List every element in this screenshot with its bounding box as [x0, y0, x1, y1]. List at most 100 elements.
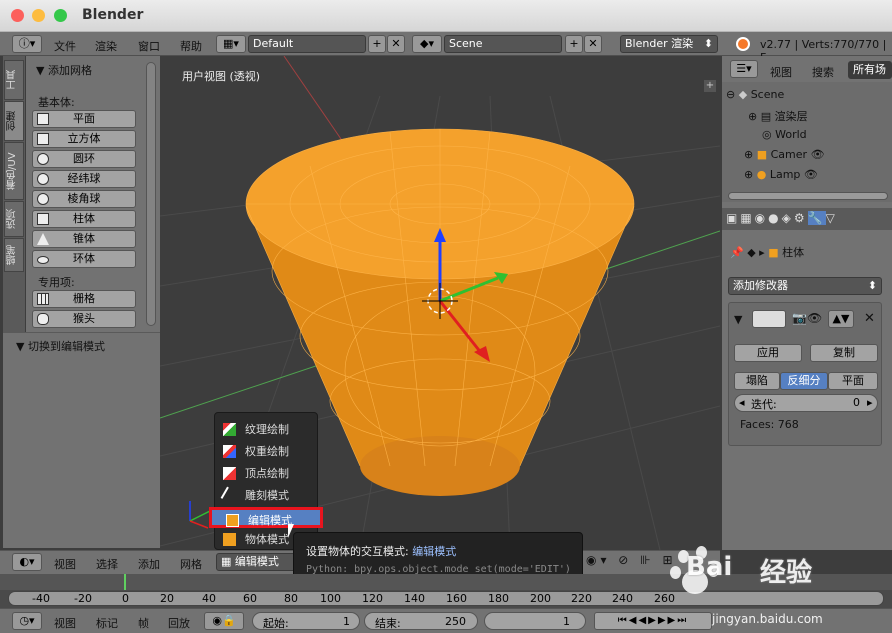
- add-mesh-section-header[interactable]: ▼ 添加网格: [36, 62, 92, 78]
- timeline-menu-frame[interactable]: 帧: [138, 615, 149, 631]
- scene-field[interactable]: Scene: [444, 35, 562, 53]
- mode-object-label: 物体模式: [245, 533, 289, 546]
- toggle-editmode-section-header[interactable]: ▼ 切换到编辑模式: [16, 338, 105, 354]
- iterations-field[interactable]: ◂ 迭代: 0 ▸: [734, 394, 878, 412]
- viewport-toggle-panel-icon[interactable]: +: [704, 80, 716, 92]
- outliner-filter-select[interactable]: 所有场: [848, 61, 892, 79]
- add-circle-button[interactable]: 圆环: [32, 150, 136, 168]
- copy-modifier-button[interactable]: 复制: [810, 344, 878, 362]
- pin-icon[interactable]: 📌: [730, 246, 744, 259]
- outliner-item-lamp[interactable]: ⊕ ● Lamp 👁: [744, 168, 818, 181]
- modifier-name-field[interactable]: [752, 310, 786, 328]
- viewport-menu-mesh[interactable]: 网格: [180, 556, 202, 572]
- menu-render[interactable]: 渲染: [95, 38, 117, 54]
- current-frame-field[interactable]: 1: [484, 612, 586, 630]
- menu-file[interactable]: 文件: [54, 38, 76, 54]
- mode-edit[interactable]: 编辑模式: [209, 507, 323, 528]
- add-cylinder-button[interactable]: 柱体: [32, 210, 136, 228]
- outliner-item-world[interactable]: ◎ World: [762, 128, 807, 141]
- add-cone-button[interactable]: 锥体: [32, 230, 136, 248]
- outliner-menu-view[interactable]: 视图: [770, 64, 792, 80]
- object-mode-icon: [223, 533, 236, 546]
- close-window-button[interactable]: [11, 9, 24, 22]
- layout-field[interactable]: Default: [248, 35, 366, 53]
- outliner-scrollbar[interactable]: [728, 192, 888, 200]
- render-engine-select[interactable]: Blender 渲染 ⬍: [620, 35, 718, 53]
- sculpt-icon: [220, 486, 239, 505]
- minimize-window-button[interactable]: [32, 9, 45, 22]
- add-cube-button[interactable]: 立方体: [32, 130, 136, 148]
- eye-icon[interactable]: 👁: [804, 168, 818, 181]
- lamp-icon: ●: [756, 168, 767, 181]
- monkey-icon: [37, 313, 49, 325]
- timeline-menu-playback[interactable]: 回放: [168, 615, 190, 631]
- timeline-menu-view[interactable]: 视图: [54, 615, 76, 631]
- decimate-planar-tab[interactable]: 平面: [828, 372, 878, 390]
- tab-tools[interactable]: 工具: [4, 60, 24, 100]
- eye-icon[interactable]: 👁: [811, 148, 825, 161]
- outliner-menu-search[interactable]: 搜索: [812, 64, 834, 80]
- outliner-editor-type-button[interactable]: ☰▾: [730, 60, 758, 78]
- tab-shading-uv[interactable]: 着色/UV: [4, 142, 24, 200]
- current-frame-marker[interactable]: [124, 574, 126, 590]
- add-uv-sphere-button[interactable]: 经纬球: [32, 170, 136, 188]
- tab-grease-pencil[interactable]: 蜡笔: [4, 238, 24, 272]
- iterations-increase-icon[interactable]: ▸: [867, 396, 873, 409]
- add-modifier-select[interactable]: 添加修改器 ⬍: [728, 277, 882, 295]
- mode-weight-paint[interactable]: 权重绘制: [215, 441, 319, 462]
- modifier-visibility-icons[interactable]: 📷👁: [792, 311, 822, 325]
- end-frame-field[interactable]: 结束: 250: [364, 612, 478, 630]
- outliner-item-camera[interactable]: ⊕ ■ Camer 👁: [744, 148, 825, 161]
- face-count: Faces: 768: [740, 418, 799, 431]
- modifier-move-button[interactable]: ▲▼: [828, 310, 854, 328]
- start-frame-value: 1: [343, 615, 350, 628]
- add-layout-button[interactable]: +: [368, 35, 386, 53]
- outliner-item-renderlayer[interactable]: ⊕ ▤ 渲染层: [748, 108, 808, 124]
- modifier-collapse-toggle[interactable]: ▼: [734, 313, 742, 326]
- close-icon: ✕: [588, 37, 598, 50]
- viewport-menu-view[interactable]: 视图: [54, 556, 76, 572]
- add-grid-button[interactable]: 栅格: [32, 290, 136, 308]
- add-monkey-button[interactable]: 猴头: [32, 310, 136, 328]
- mode-texture-paint[interactable]: 纹理绘制: [215, 419, 319, 440]
- mode-sculpt[interactable]: 雕刻模式: [215, 485, 319, 506]
- add-ico-sphere-button[interactable]: 棱角球: [32, 190, 136, 208]
- keying-set-buttons[interactable]: ◉🔒: [204, 612, 244, 630]
- outliner-renderlayer-label: 渲染层: [774, 110, 808, 123]
- iterations-value: 0: [853, 396, 860, 409]
- iterations-decrease-icon[interactable]: ◂: [739, 396, 745, 409]
- remove-scene-button[interactable]: ✕: [584, 35, 602, 53]
- tab-create[interactable]: 创建: [4, 101, 24, 141]
- add-scene-button[interactable]: +: [565, 35, 583, 53]
- interaction-mode-select[interactable]: ▦ 编辑模式: [216, 553, 296, 571]
- viewport-menu-select[interactable]: 选择: [96, 556, 118, 572]
- menu-help[interactable]: 帮助: [180, 38, 202, 54]
- viewport-menu-add[interactable]: 添加: [138, 556, 160, 572]
- timeline-menu-marker[interactable]: 标记: [96, 615, 118, 631]
- viewport-editor-type-button[interactable]: ◐▾: [12, 553, 42, 571]
- apply-modifier-button[interactable]: 应用: [734, 344, 802, 362]
- add-plane-button[interactable]: 平面: [32, 110, 136, 128]
- add-cylinder-label: 柱体: [73, 212, 95, 225]
- zoom-window-button[interactable]: [54, 9, 67, 22]
- baidu-brand-jingyan: 经验: [760, 558, 813, 588]
- modifier-remove-icon[interactable]: ✕: [864, 311, 875, 326]
- timeline-editor-type-button[interactable]: ◷▾: [12, 612, 42, 630]
- add-torus-button[interactable]: 环体: [32, 250, 136, 268]
- menu-window[interactable]: 窗口: [138, 38, 160, 54]
- decimate-unsubdiv-tab[interactable]: 反细分: [780, 372, 828, 390]
- mini-y-axis: [189, 510, 211, 522]
- modifier-tab-wrench-icon[interactable]: 🔧: [807, 211, 826, 225]
- start-frame-field[interactable]: 起始: 1: [252, 612, 360, 630]
- properties-tab-icons[interactable]: ▣▦◉●◈⚙🔧▽: [726, 211, 838, 225]
- tab-options[interactable]: 选项: [4, 201, 24, 237]
- editor-type-button[interactable]: ⓘ▾: [12, 35, 42, 53]
- tool-shelf-scrollbar[interactable]: [146, 62, 156, 326]
- texture-paint-icon: [223, 423, 236, 436]
- outliner-item-scene[interactable]: ⊖ ◆ Scene: [726, 88, 784, 101]
- decimate-collapse-tab[interactable]: 塌陷: [734, 372, 780, 390]
- layout-selector-button[interactable]: ▦▾: [216, 35, 246, 53]
- scene-selector-button[interactable]: ◆▾: [412, 35, 442, 53]
- remove-layout-button[interactable]: ✕: [387, 35, 405, 53]
- mode-vertex-paint[interactable]: 顶点绘制: [215, 463, 319, 484]
